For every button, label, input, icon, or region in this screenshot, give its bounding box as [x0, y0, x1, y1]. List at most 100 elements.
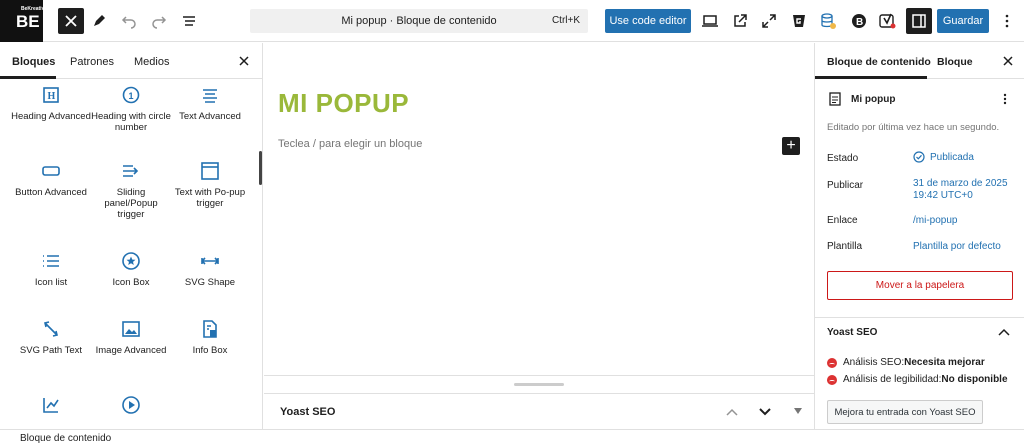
window-icon	[201, 162, 219, 180]
inserter-tabs: Bloques Patrones Medios	[0, 43, 262, 79]
settings-sidebar-toggle[interactable]	[906, 8, 932, 34]
status-text: Publicada	[930, 151, 974, 163]
undo-icon	[121, 16, 136, 29]
resize-handle[interactable]	[514, 383, 564, 386]
block-heading-circle-number[interactable]: 1 Heading with circle number	[91, 85, 171, 133]
block-breadcrumb-bar: Bloque de contenido	[0, 429, 1024, 446]
svg-text:1: 1	[129, 91, 134, 101]
tab-medios[interactable]: Medios	[134, 56, 169, 68]
template-value[interactable]: Plantilla por defecto	[913, 241, 1001, 253]
publish-date[interactable]: 31 de marzo de 2025 19:42 UTC+0	[913, 178, 1013, 202]
block-label: Image Advanced	[95, 345, 167, 356]
g-shield-icon	[793, 15, 805, 27]
yoast-panel-title[interactable]: Yoast SEO	[827, 327, 877, 338]
tab-block[interactable]: Bloque	[937, 56, 973, 68]
caret-down-icon[interactable]	[794, 408, 802, 414]
block-sliding-panel[interactable]: Sliding panel/Popup trigger	[91, 161, 171, 220]
more-vertical-icon[interactable]	[999, 92, 1011, 106]
document-title: Mi popup · Bloque de contenido	[341, 15, 497, 27]
block-label: Sliding panel/Popup trigger	[104, 187, 158, 220]
improve-with-yoast-button[interactable]: Mejora tu entrada con Yoast SEO	[827, 400, 983, 424]
seo-analysis-row: Análisis SEO: Necesita mejorar	[827, 357, 985, 368]
block-label: SVG Path Text	[19, 345, 83, 356]
button-icon	[42, 166, 60, 176]
path-icon	[44, 321, 58, 337]
view-post-button[interactable]	[727, 8, 753, 34]
settings-sidebar: Bloque de contenido Bloque Mi popup Edit…	[814, 43, 1024, 429]
b-circle-icon: B	[852, 14, 866, 28]
scrollbar-thumb[interactable]	[259, 151, 262, 185]
close-inserter-button[interactable]	[58, 8, 84, 34]
add-block-button[interactable]: +	[782, 137, 800, 155]
sad-face-icon	[827, 374, 837, 385]
block-text-popup-trigger[interactable]: Text with Po-pup trigger	[170, 161, 250, 209]
star-circle-icon	[122, 252, 140, 270]
tab-bloques[interactable]: Bloques	[12, 56, 55, 68]
readability-label: Análisis de legibilidad:	[843, 374, 942, 385]
block-icon-list[interactable]: Icon list	[11, 251, 91, 288]
sidebar-icon	[912, 14, 926, 28]
play-icon	[122, 396, 140, 414]
chevron-up-icon[interactable]	[998, 327, 1010, 337]
status-value[interactable]: Publicada	[913, 151, 974, 163]
tab-content-block[interactable]: Bloque de contenido	[827, 56, 931, 68]
check-circle-icon	[913, 151, 925, 163]
redo-icon	[152, 16, 167, 29]
block-placeholder[interactable]: Teclea / para elegir un bloque	[278, 138, 422, 150]
preview-button[interactable]	[697, 8, 723, 34]
pen-icon	[94, 15, 105, 26]
options-menu-button[interactable]	[994, 8, 1020, 34]
breadcrumb[interactable]: Bloque de contenido	[20, 433, 111, 444]
status-label: Estado	[827, 153, 859, 164]
more-vertical-icon	[1005, 14, 1009, 28]
block-svg-shape[interactable]: SVG Shape	[170, 251, 250, 288]
plugin-g-button[interactable]	[786, 8, 812, 34]
plugin-b-button[interactable]: B	[846, 8, 872, 34]
publish-label: Publicar	[827, 180, 864, 191]
block-icon-box[interactable]: Icon Box	[91, 251, 171, 288]
block-chart[interactable]	[11, 395, 91, 421]
logo-big-text: BE	[16, 12, 40, 31]
block-label: Text Advanced	[179, 111, 241, 122]
block-text-advanced[interactable]: Text Advanced	[170, 85, 250, 122]
seo-analysis-value: Necesita mejorar	[904, 357, 985, 368]
fullscreen-button[interactable]	[756, 8, 782, 34]
info-doc-icon	[203, 320, 217, 338]
yoast-metabox-header[interactable]: Yoast SEO	[264, 393, 814, 429]
tools-button[interactable]	[86, 8, 112, 34]
save-button[interactable]: Guardar	[937, 9, 989, 33]
block-video[interactable]	[91, 395, 171, 421]
block-image-advanced[interactable]: Image Advanced	[91, 319, 171, 356]
post-title[interactable]: MI POPUP	[278, 88, 409, 119]
site-logo[interactable]: BeKreativ BE	[0, 0, 44, 42]
redo-button[interactable]	[146, 8, 172, 34]
move-to-trash-button[interactable]: Mover a la papelera	[827, 271, 1013, 300]
chevron-up-icon[interactable]	[726, 407, 738, 417]
block-heading-advanced[interactable]: H Heading Advanced	[11, 85, 91, 122]
block-button-advanced[interactable]: Button Advanced	[11, 161, 91, 198]
seo-analysis-label: Análisis SEO:	[843, 357, 905, 368]
readability-row: Análisis de legibilidad: No disponible	[827, 374, 1008, 385]
close-icon[interactable]	[1002, 55, 1014, 67]
code-editor-button[interactable]: Use code editor	[605, 9, 691, 33]
database-button[interactable]	[815, 8, 841, 34]
undo-button[interactable]	[116, 8, 142, 34]
close-icon	[65, 15, 77, 27]
sidebar-tabs: Bloque de contenido Bloque	[815, 43, 1024, 79]
block-inserter-panel: Bloques Patrones Medios H Heading Advanc…	[0, 43, 263, 429]
desktop-icon	[702, 15, 718, 27]
post-name: Mi popup	[851, 94, 896, 105]
chevron-down-icon[interactable]	[759, 407, 771, 417]
readability-value: No disponible	[941, 374, 1008, 385]
document-overview-button[interactable]	[176, 8, 202, 34]
block-svg-path-text[interactable]: SVG Path Text	[11, 319, 91, 356]
close-icon[interactable]	[238, 55, 250, 67]
editor-canvas: MI POPUP Teclea / para elegir un bloque …	[264, 43, 814, 429]
tab-patrones[interactable]: Patrones	[70, 56, 114, 68]
permalink[interactable]: /mi-popup	[913, 215, 957, 227]
command-palette[interactable]: Mi popup · Bloque de contenido Ctrl+K	[250, 9, 588, 33]
svg-text:H: H	[48, 91, 56, 102]
block-info-box[interactable]: Info Box	[170, 319, 250, 356]
yoast-button[interactable]	[874, 8, 900, 34]
fullscreen-icon	[762, 14, 776, 28]
